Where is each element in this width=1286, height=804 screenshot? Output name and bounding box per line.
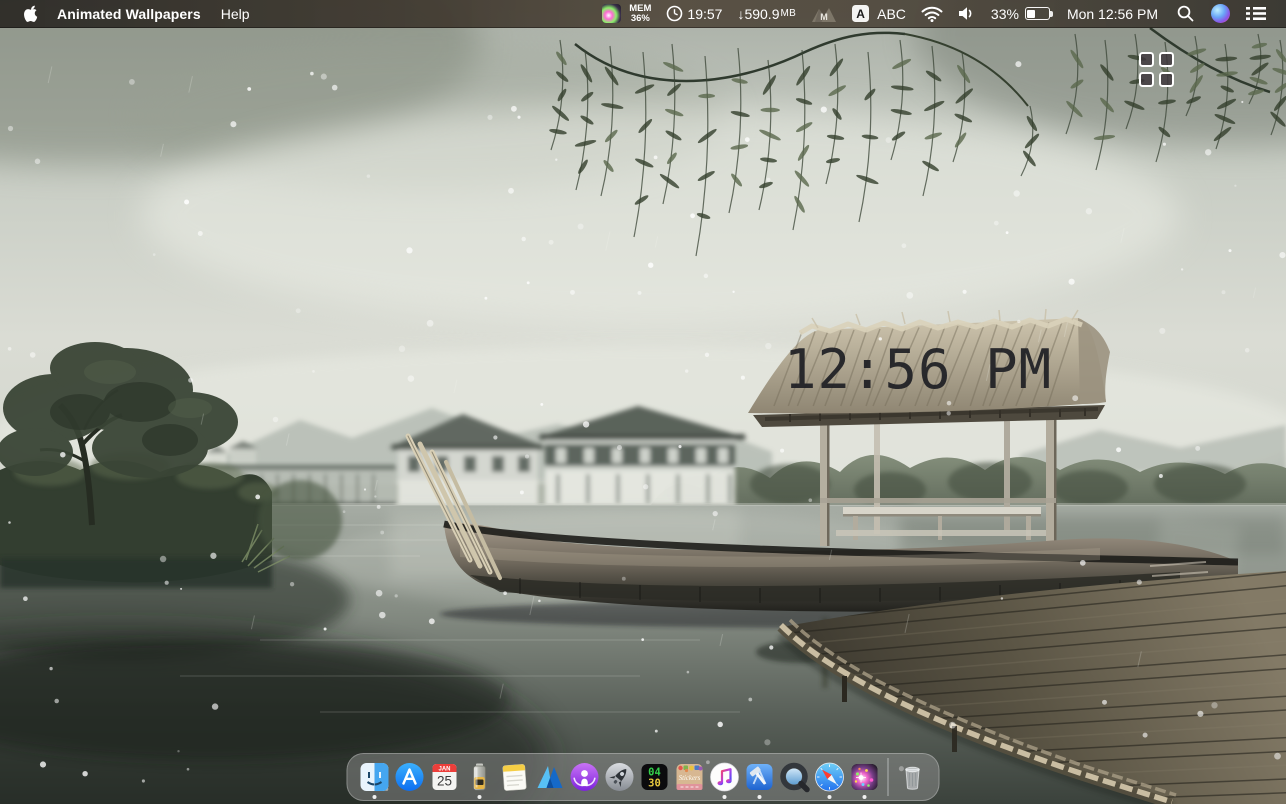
desktop: Animated Wallpapers Help MEM 36% 19:57 ↓… (0, 0, 1286, 804)
dock-xcode[interactable] (742, 756, 777, 798)
battery-icon (1025, 7, 1050, 20)
dock-battery-widget[interactable] (462, 756, 497, 798)
status-siri[interactable] (1211, 4, 1230, 23)
calendar-icon: JAN 25 (427, 760, 461, 794)
siri-icon (1211, 4, 1230, 23)
status-app-sparkle[interactable] (602, 4, 621, 23)
stickers-icon: Stickers (672, 760, 706, 794)
running-indicator (477, 795, 481, 799)
trash-icon (895, 760, 929, 794)
status-spotlight[interactable] (1177, 5, 1194, 22)
dock-app-store[interactable] (392, 756, 427, 798)
search-icon (1177, 5, 1194, 22)
grid-cell (1159, 52, 1174, 67)
blue-triangles-icon (532, 760, 566, 794)
dock-safari[interactable] (812, 756, 847, 798)
dock-separator (888, 758, 889, 796)
wallpaper-clock: 12:56 PM (784, 338, 1052, 401)
running-indicator (722, 795, 726, 799)
dock-calendar[interactable]: JAN 25 (427, 756, 462, 798)
quicktime-icon (777, 760, 811, 794)
dock-music[interactable] (707, 756, 742, 798)
music-icon (707, 760, 741, 794)
dock-trash[interactable] (895, 756, 930, 798)
svg-text:25: 25 (436, 774, 451, 789)
animated-wallpapers-icon (847, 760, 881, 794)
status-clock[interactable]: Mon 12:56 PM (1067, 6, 1158, 22)
active-app-menu[interactable]: Animated Wallpapers (57, 6, 201, 22)
wifi-icon (921, 6, 943, 22)
dock-finder[interactable] (357, 756, 392, 798)
dock-animated-wallpapers[interactable] (847, 756, 882, 798)
dock-rocket-launcher[interactable] (602, 756, 637, 798)
svg-text:JAN: JAN (438, 767, 450, 773)
safari-icon (812, 760, 846, 794)
menu-bar: Animated Wallpapers Help MEM 36% 19:57 ↓… (0, 0, 1286, 28)
dock-podcasts[interactable] (567, 756, 602, 798)
app-store-icon (392, 760, 426, 794)
apple-menu[interactable] (24, 5, 39, 22)
running-indicator (827, 795, 831, 799)
status-uptime[interactable]: 19:57 (666, 5, 722, 22)
status-network[interactable]: ↓590.9MB (737, 6, 796, 22)
status-notification-center[interactable] (1246, 6, 1266, 21)
podcasts-icon (567, 760, 601, 794)
widgets-grid-button[interactable] (1139, 52, 1174, 87)
status-memory[interactable]: MEM 36% (629, 4, 651, 24)
notes-icon (497, 760, 531, 794)
status-mountain[interactable]: M (811, 5, 837, 23)
finder-icon (357, 760, 391, 794)
input-key-badge: A (852, 5, 869, 22)
xcode-icon (742, 760, 776, 794)
svg-text:30: 30 (648, 778, 661, 790)
dock-notes[interactable] (497, 756, 532, 798)
dock: JAN 25 (347, 753, 940, 801)
grid-cell (1139, 72, 1154, 87)
status-battery[interactable]: 33% (991, 6, 1050, 22)
menu-help[interactable]: Help (221, 6, 250, 22)
svg-text:Stickers: Stickers (678, 775, 700, 782)
status-wifi[interactable] (921, 6, 943, 22)
battery-widget-icon (462, 760, 496, 794)
speaker-icon (958, 6, 976, 21)
dock-affinity-blue[interactable] (532, 756, 567, 798)
apple-logo-icon (24, 5, 39, 22)
clock-icon (666, 5, 683, 22)
grid-cell (1139, 52, 1154, 67)
running-indicator (757, 795, 761, 799)
animated-wallpapers-menu-icon (602, 4, 621, 23)
dock-quicktime[interactable] (777, 756, 812, 798)
dock-stickers[interactable]: Stickers (672, 756, 707, 798)
date-widget-icon: 04 30 (637, 760, 671, 794)
rocket-icon (602, 760, 636, 794)
mountain-icon: M (811, 5, 837, 23)
dock-date-widget[interactable]: 04 30 (637, 756, 672, 798)
running-indicator (372, 795, 376, 799)
status-input-method[interactable]: A ABC (852, 5, 906, 22)
list-icon (1246, 6, 1266, 21)
status-volume[interactable] (958, 6, 976, 21)
running-indicator (862, 795, 866, 799)
grid-cell (1159, 72, 1174, 87)
svg-text:M: M (820, 12, 828, 22)
wallpaper-scene (0, 0, 1286, 804)
